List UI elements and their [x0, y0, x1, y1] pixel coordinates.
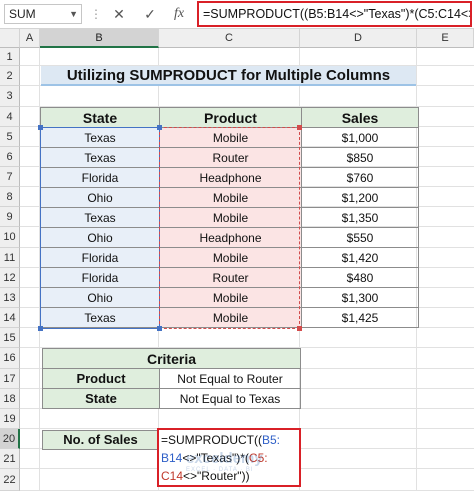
chevron-down-icon[interactable]: ▼ [69, 5, 78, 23]
sales-cell[interactable]: $1,350 [301, 207, 419, 228]
name-box[interactable]: SUM ▼ [4, 4, 82, 24]
criteria-value[interactable]: Not Equal to Router [159, 368, 301, 389]
header-state[interactable]: State [40, 107, 160, 128]
criteria-header[interactable]: Criteria [42, 348, 301, 369]
column-header-d[interactable]: D [300, 29, 417, 48]
row-header-7[interactable]: 7 [0, 167, 20, 187]
insert-function-icon[interactable]: fx [170, 5, 188, 23]
row-header-1[interactable]: 1 [0, 48, 20, 66]
cancel-icon[interactable]: ✕ [110, 5, 128, 23]
watermark-logo: exceldemy EXCEL · DATA · BI [186, 450, 296, 476]
row-header-5[interactable]: 5 [0, 127, 20, 147]
criteria-row: Product Not Equal to Router [42, 368, 301, 389]
criteria-table: Criteria Product Not Equal to Router Sta… [42, 348, 301, 409]
formula-part: =SUMPRODUCT(( [161, 433, 262, 447]
row-header-14[interactable]: 14 [0, 308, 20, 328]
more-options-icon: ⋮ [90, 6, 102, 22]
sales-cell[interactable]: $1,420 [301, 247, 419, 268]
sales-cell[interactable]: $1,000 [301, 127, 419, 148]
row-header-3[interactable]: 3 [0, 86, 20, 107]
row-header-4[interactable]: 4 [0, 107, 20, 127]
watermark-tagline: EXCEL · DATA · BI [186, 467, 254, 473]
row-header-11[interactable]: 11 [0, 248, 20, 268]
criteria-row: State Not Equal to Texas [42, 388, 301, 409]
row-header-2[interactable]: 2 [0, 66, 20, 86]
row-header-19[interactable]: 19 [0, 409, 20, 429]
column-header-e[interactable]: E [417, 29, 474, 48]
sales-cell[interactable]: $850 [301, 147, 419, 168]
row-header-17[interactable]: 17 [0, 369, 20, 389]
row-header-16[interactable]: 16 [0, 348, 20, 369]
select-all-corner[interactable] [0, 29, 20, 48]
range-handle[interactable] [297, 326, 302, 331]
no-of-sales-label[interactable]: No. of Sales [42, 430, 159, 450]
formula-input[interactable]: =SUMPRODUCT((B5:B14<>"Texas")*(C5:C14<>"… [197, 1, 472, 27]
name-box-value: SUM [9, 7, 36, 21]
formula-ref-b14: B14 [161, 451, 183, 465]
table-header-row: State Product Sales [40, 107, 419, 128]
row-header-20[interactable]: 20 [0, 429, 20, 449]
criteria-label[interactable]: Product [42, 368, 160, 389]
range-highlight-b [40, 127, 160, 329]
range-handle[interactable] [157, 125, 162, 130]
header-sales[interactable]: Sales [301, 107, 419, 128]
row-header-13[interactable]: 13 [0, 288, 20, 308]
range-handle[interactable] [38, 125, 43, 130]
sales-cell[interactable]: $1,200 [301, 187, 419, 208]
sales-cell[interactable]: $760 [301, 167, 419, 188]
watermark-name: exceldemy [186, 450, 263, 467]
range-highlight-c [159, 127, 300, 329]
column-header-c[interactable]: C [159, 29, 300, 48]
row-header-9[interactable]: 9 [0, 207, 20, 227]
column-header-a[interactable]: A [20, 29, 40, 48]
row-header-12[interactable]: 12 [0, 268, 20, 288]
row-header-8[interactable]: 8 [0, 187, 20, 207]
formula-ref-b5: B5: [262, 433, 281, 447]
header-product[interactable]: Product [159, 107, 302, 128]
row-header-21[interactable]: 21 [0, 449, 20, 469]
enter-icon[interactable]: ✓ [141, 5, 159, 23]
row-header-22[interactable]: 22 [0, 469, 20, 491]
sales-cell[interactable]: $480 [301, 267, 419, 288]
range-handle[interactable] [297, 125, 302, 130]
sales-cell[interactable]: $1,425 [301, 307, 419, 328]
row-header-18[interactable]: 18 [0, 389, 20, 409]
range-handle[interactable] [157, 326, 162, 331]
criteria-label[interactable]: State [42, 388, 160, 409]
criteria-header-row: Criteria [42, 348, 301, 369]
sheet-title: Utilizing SUMPRODUCT for Multiple Column… [41, 66, 416, 86]
row-header-6[interactable]: 6 [0, 147, 20, 167]
sales-cell[interactable]: $550 [301, 227, 419, 248]
criteria-value[interactable]: Not Equal to Texas [159, 388, 301, 409]
row-header-15[interactable]: 15 [0, 328, 20, 348]
column-header-b[interactable]: B [40, 29, 159, 48]
row-header-10[interactable]: 10 [0, 227, 20, 248]
range-handle[interactable] [38, 326, 43, 331]
formula-ref-c14: C14 [161, 469, 184, 483]
sales-cell[interactable]: $1,300 [301, 287, 419, 308]
